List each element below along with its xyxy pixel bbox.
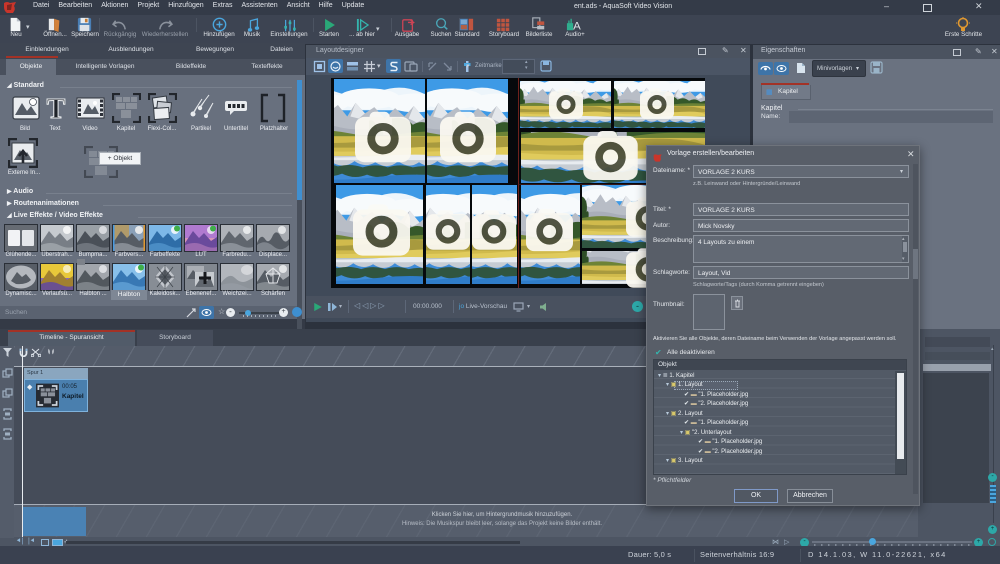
svg-text:T: T <box>47 94 66 122</box>
